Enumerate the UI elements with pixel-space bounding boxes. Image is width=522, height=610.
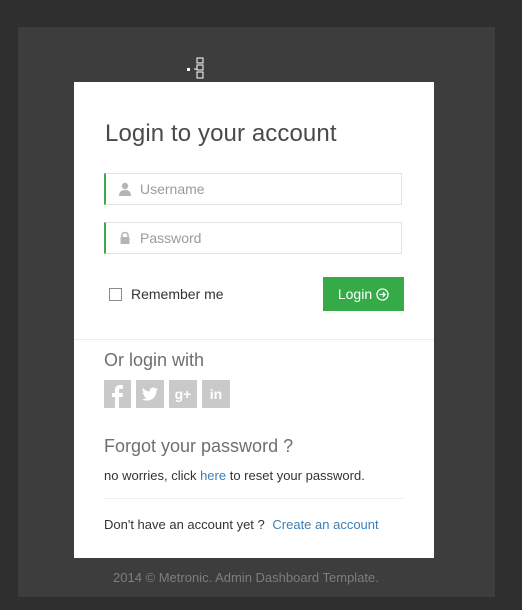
reset-password-link[interactable]: here xyxy=(200,468,226,483)
username-field[interactable] xyxy=(104,173,402,205)
linkedin-icon: in xyxy=(209,386,223,402)
logo-icon xyxy=(187,57,204,79)
arrow-circle-right-icon xyxy=(376,287,389,301)
password-field[interactable] xyxy=(104,222,402,254)
login-button[interactable]: Login xyxy=(323,277,404,311)
remember-me-label: Remember me xyxy=(131,286,224,302)
forgot-password-prefix: no worries, click xyxy=(104,468,201,483)
page-background: Login to your account Remember me Login xyxy=(0,0,522,610)
remember-me-toggle[interactable]: Remember me xyxy=(109,286,224,302)
facebook-login-button[interactable] xyxy=(104,380,131,408)
googleplus-login-button[interactable]: g+ xyxy=(169,380,197,408)
section-divider xyxy=(74,339,434,340)
remember-me-checkbox[interactable] xyxy=(109,287,122,301)
login-button-label: Login xyxy=(337,286,373,302)
social-login-buttons: g+ in xyxy=(104,380,235,408)
username-input[interactable] xyxy=(140,174,390,204)
signup-divider xyxy=(104,498,404,499)
twitter-login-button[interactable] xyxy=(136,380,164,408)
forgot-password-text: no worries, click here to reset your pas… xyxy=(104,468,365,483)
page-title: Login to your account xyxy=(105,120,337,147)
twitter-icon xyxy=(142,387,158,401)
login-card: Login to your account Remember me Login xyxy=(74,82,434,558)
forgot-password-suffix: to reset your password. xyxy=(226,468,365,483)
signup-row: Don't have an account yet ? Create an ac… xyxy=(104,517,379,532)
footer-copyright: 2014 © Metronic. Admin Dashboard Templat… xyxy=(113,570,379,585)
linkedin-login-button[interactable]: in xyxy=(202,380,230,408)
forgot-password-heading: Forgot your password ? xyxy=(104,436,294,456)
user-icon xyxy=(119,182,131,196)
facebook-icon xyxy=(112,385,123,408)
googleplus-icon: g+ xyxy=(174,386,192,402)
lock-icon xyxy=(120,231,130,244)
create-account-link[interactable]: Create an account xyxy=(272,517,378,532)
social-login-heading: Or login with xyxy=(104,350,205,370)
signup-prompt: Don't have an account yet ? xyxy=(104,517,265,532)
password-input[interactable] xyxy=(140,223,390,253)
